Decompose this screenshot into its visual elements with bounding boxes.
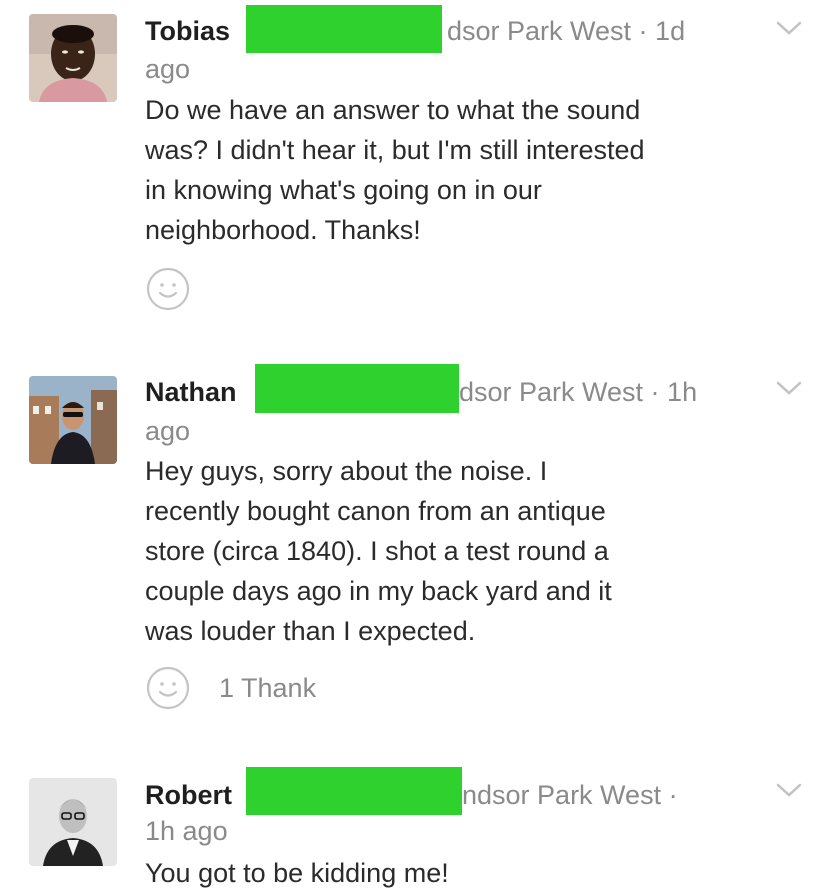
author-name[interactable]: Robert xyxy=(145,779,232,811)
chevron-down-icon[interactable] xyxy=(774,18,804,38)
redaction-box xyxy=(246,767,462,815)
avatar[interactable] xyxy=(29,376,117,464)
post-body: Hey guys, sorry about the noise. I recen… xyxy=(145,456,612,646)
author-name[interactable]: Nathan xyxy=(145,376,237,408)
redaction-box xyxy=(246,5,442,53)
redaction-box xyxy=(255,364,459,413)
post-meta: dsor Park West · 1d xyxy=(447,16,686,46)
post-meta-time: 1h ago xyxy=(145,816,228,846)
smiley-icon[interactable] xyxy=(145,665,191,711)
reaction-row xyxy=(145,266,191,312)
post-body: Do we have an answer to what the sound w… xyxy=(145,95,645,245)
post-body: You got to be kidding me! xyxy=(145,858,449,888)
avatar[interactable] xyxy=(29,778,117,866)
post-meta: dsor Park West · 1h xyxy=(459,377,698,407)
smiley-icon[interactable] xyxy=(145,266,191,312)
chevron-down-icon[interactable] xyxy=(774,780,804,800)
reaction-row: 1 Thank xyxy=(145,665,316,711)
avatar[interactable] xyxy=(29,14,117,102)
post-meta-time: ago xyxy=(145,54,191,84)
chevron-down-icon[interactable] xyxy=(774,378,804,398)
post-meta: ndsor Park West · xyxy=(462,780,678,810)
thanks-count[interactable]: 1 Thank xyxy=(219,673,316,704)
post-meta-time: ago xyxy=(145,416,191,446)
author-name[interactable]: Tobias xyxy=(145,15,230,47)
